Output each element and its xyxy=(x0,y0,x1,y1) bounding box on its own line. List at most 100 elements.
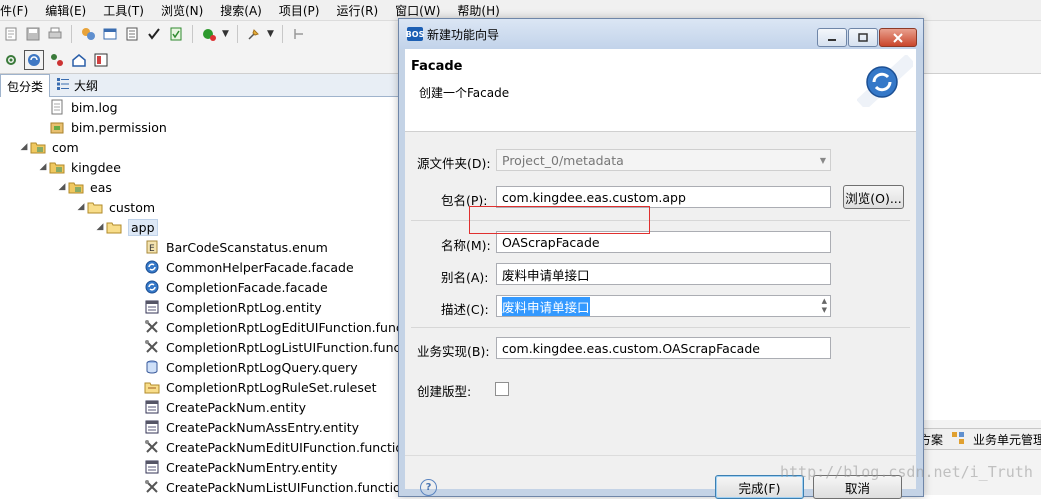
tree-item[interactable]: CompletionRptLog.entity xyxy=(132,297,322,317)
business-unit-icon xyxy=(947,431,969,448)
browse-button[interactable]: 浏览(O)... xyxy=(843,185,904,209)
tree-item[interactable]: CompletionRptLogListUIFunction.function xyxy=(132,337,400,357)
package-folder-icon xyxy=(49,159,65,175)
tree-item[interactable]: CreatePackNumListUIFunction.function xyxy=(132,477,400,495)
menu-item[interactable]: 工具(T) xyxy=(93,2,151,19)
expand-arrow-icon[interactable]: ◢ xyxy=(18,142,30,152)
tree-item-label: app xyxy=(128,218,158,236)
function-icon xyxy=(144,339,160,355)
expand-arrow-icon[interactable]: ◢ xyxy=(94,222,106,232)
wizard-page-title: Facade xyxy=(411,59,463,74)
tree-item[interactable]: E BarCodeScanstatus.enum xyxy=(132,237,328,257)
package-input[interactable]: com.kingdee.eas.custom.app xyxy=(496,186,831,208)
layout-icon[interactable] xyxy=(92,51,110,69)
tree-item-label: CompletionRptLog.entity xyxy=(166,299,322,315)
tree-item[interactable]: bim.permission xyxy=(37,117,167,137)
tab-outline[interactable]: 大纲 xyxy=(50,74,104,96)
new-function-wizard-dialog: BOS 新建功能向导 Facade 创建一个Facade 源文件夹(D): Pr… xyxy=(398,18,924,499)
dialog-client-area: Facade 创建一个Facade 源文件夹(D): Project_0/met… xyxy=(405,49,916,499)
navigate-icon[interactable] xyxy=(290,25,308,43)
minimize-button[interactable] xyxy=(817,28,847,47)
menu-item[interactable]: 项目(P) xyxy=(269,2,327,19)
model-icon[interactable] xyxy=(48,51,66,69)
menu-item[interactable]: 帮助(H) xyxy=(447,2,506,19)
tree-item[interactable]: CreatePackNumAssEntry.entity xyxy=(132,417,359,437)
bottom-right-tabs: 方案 业务单元管理 xyxy=(914,428,1041,450)
description-value: 废料申请单接口 xyxy=(502,296,590,316)
facade-icon xyxy=(144,259,160,275)
tree-item[interactable]: CompletionRptLogQuery.query xyxy=(132,357,358,377)
home-icon[interactable] xyxy=(70,51,88,69)
tree-item-label: bim.log xyxy=(71,99,118,115)
tree-item-label: custom xyxy=(109,199,156,215)
expand-arrow-icon[interactable]: ◢ xyxy=(37,162,49,172)
ruleset-icon xyxy=(144,379,160,395)
menu-item[interactable]: 运行(R) xyxy=(326,2,385,19)
menu-item[interactable]: 件(F) xyxy=(0,2,35,19)
menu-item[interactable]: 浏览(N) xyxy=(151,2,210,19)
run-icon[interactable] xyxy=(200,25,218,43)
entity-icon xyxy=(144,419,160,435)
run-dropdown-icon[interactable]: ▼ xyxy=(222,29,230,39)
name-input[interactable]: OAScrapFacade xyxy=(496,231,831,253)
tab-outline-label: 大纲 xyxy=(74,78,99,93)
package-tree: bim.log bim.permission ◢ com ◢ kingdee ◢ eas ◢ cu… xyxy=(0,97,400,495)
tree-item[interactable]: CompletionRptLogEditUIFunction.function xyxy=(132,317,400,337)
package-icon xyxy=(49,119,65,135)
menu-item[interactable]: 窗口(W) xyxy=(385,2,447,19)
tree-item[interactable]: ◢ eas xyxy=(56,177,112,197)
pin-icon[interactable] xyxy=(245,25,263,43)
menu-item[interactable]: 搜索(A) xyxy=(210,2,269,19)
function-icon xyxy=(144,439,160,455)
tab-business-unit[interactable]: 业务单元管理 xyxy=(969,431,1041,448)
tree-item-label: CompletionRptLogListUIFunction.function xyxy=(166,339,400,355)
business-impl-input[interactable]: com.kingdee.eas.custom.OAScrapFacade xyxy=(496,337,831,359)
entity-icon xyxy=(144,399,160,415)
document-icon[interactable] xyxy=(123,25,141,43)
alias-input[interactable]: 废料申请单接口 xyxy=(496,263,831,285)
print-icon[interactable] xyxy=(46,25,64,43)
check-icon[interactable] xyxy=(145,25,163,43)
outline-icon xyxy=(56,77,70,94)
expand-arrow-icon[interactable]: ◢ xyxy=(75,202,87,212)
tree-item-label: bim.permission xyxy=(71,119,167,135)
tree-item[interactable]: CreatePackNum.entity xyxy=(132,397,306,417)
help-icon[interactable]: ? xyxy=(420,479,437,496)
tree-item[interactable]: ◢ kingdee xyxy=(37,157,121,177)
pin-dropdown-icon[interactable]: ▼ xyxy=(267,29,275,39)
tab-package[interactable]: 包分类 xyxy=(0,74,51,97)
tree-item[interactable]: ◢ app xyxy=(94,217,158,237)
highlight-box xyxy=(469,206,650,234)
new-file-icon[interactable] xyxy=(2,25,20,43)
tree-item-label: BarCodeScanstatus.enum xyxy=(166,239,328,255)
tree-item-label: CommonHelperFacade.facade xyxy=(166,259,354,275)
maximize-button[interactable] xyxy=(848,28,878,47)
validate-icon[interactable] xyxy=(167,25,185,43)
sync-icon[interactable] xyxy=(24,50,44,70)
tree-item[interactable]: CompletionRptLogRuleSet.ruleset xyxy=(132,377,376,397)
window-icon[interactable] xyxy=(101,25,119,43)
description-textarea[interactable]: 废料申请单接口 ▲ ▼ xyxy=(496,295,831,317)
tree-item[interactable]: ◢ com xyxy=(18,137,79,157)
name-value: OAScrapFacade xyxy=(502,234,600,250)
create-version-checkbox[interactable] xyxy=(495,382,509,396)
source-folder-select[interactable]: Project_0/metadata ▼ xyxy=(496,149,831,171)
wizard-page-description: 创建一个Facade xyxy=(419,86,510,100)
tree-item[interactable]: bim.log xyxy=(37,97,118,117)
tree-item-label: CompletionRptLogRuleSet.ruleset xyxy=(166,379,377,395)
source-folder-label: 源文件夹(D): xyxy=(417,156,491,171)
save-icon[interactable] xyxy=(24,25,42,43)
expand-arrow-icon[interactable]: ◢ xyxy=(56,182,68,192)
menu-item[interactable]: 编辑(E) xyxy=(35,2,93,19)
tree-item[interactable]: CompletionFacade.facade xyxy=(132,277,328,297)
tree-item[interactable]: CreatePackNumEntry.entity xyxy=(132,457,337,477)
gear-icon[interactable] xyxy=(2,51,20,69)
bos-tool-icon[interactable] xyxy=(79,25,97,43)
tree-item-label: CompletionRptLogQuery.query xyxy=(166,359,358,375)
tree-item[interactable]: CreatePackNumEditUIFunction.function xyxy=(132,437,400,457)
scroll-arrows-icon[interactable]: ▲ ▼ xyxy=(822,297,827,315)
tree-item[interactable]: ◢ custom xyxy=(75,197,156,217)
separator xyxy=(405,455,916,456)
tree-item[interactable]: CommonHelperFacade.facade xyxy=(132,257,354,277)
close-button[interactable] xyxy=(879,28,917,47)
